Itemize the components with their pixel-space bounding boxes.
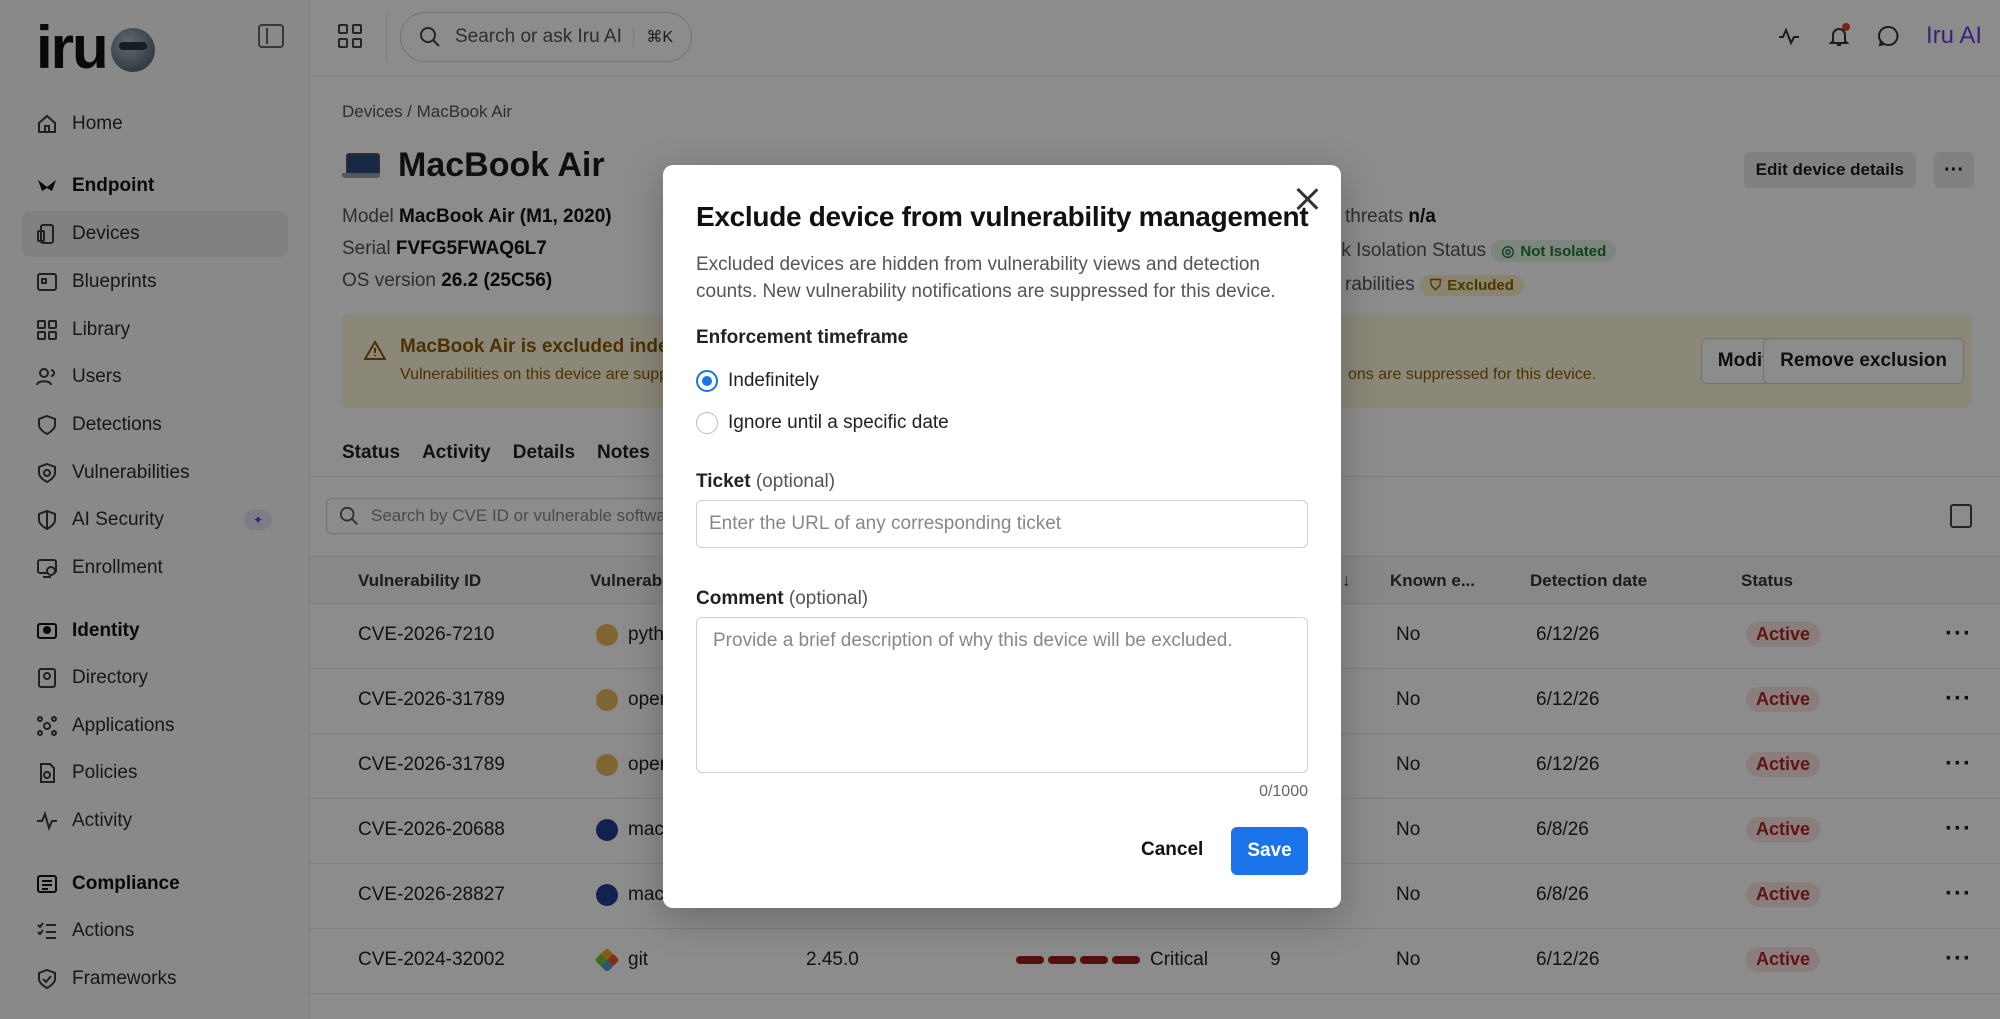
ticket-label: Ticket (optional) xyxy=(696,471,836,492)
modal-description: Excluded devices are hidden from vulnera… xyxy=(696,254,1276,302)
radio-selected-icon[interactable] xyxy=(696,370,718,392)
character-counter: 0/1000 xyxy=(1259,783,1308,800)
comment-label: Comment (optional) xyxy=(696,588,869,609)
radio-specific-date[interactable]: Ignore until a specific date xyxy=(696,412,949,434)
timeframe-label: Enforcement timeframe xyxy=(696,327,909,348)
modal-title: Exclude device from vulnerability manage… xyxy=(696,201,1309,232)
comment-textarea[interactable] xyxy=(696,617,1308,773)
save-button[interactable]: Save xyxy=(1231,827,1308,875)
cancel-button[interactable]: Cancel xyxy=(1129,827,1215,873)
ticket-url-input[interactable] xyxy=(696,500,1308,548)
radio-unselected-icon[interactable] xyxy=(696,412,718,434)
radio-indefinitely[interactable]: Indefinitely xyxy=(696,370,819,392)
exclude-device-modal: Exclude device from vulnerability manage… xyxy=(663,165,1341,908)
